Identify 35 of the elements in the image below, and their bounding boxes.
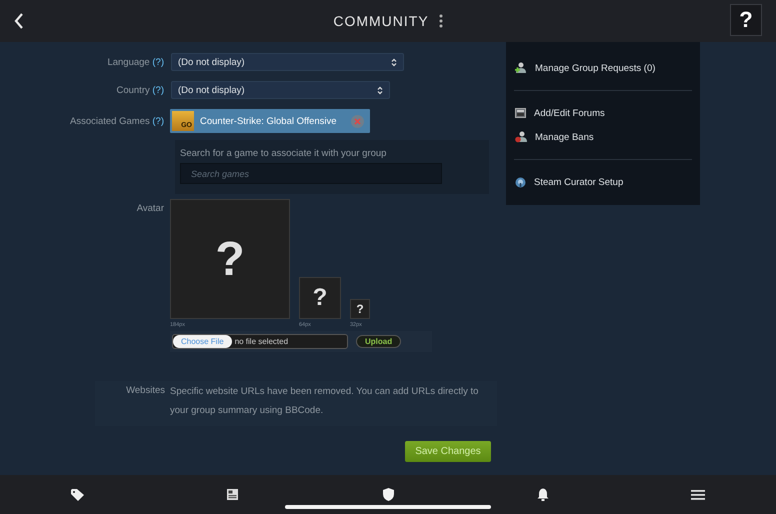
help-button[interactable]: ? — [730, 4, 762, 36]
question-mark: ? — [356, 302, 364, 316]
field-label: Websites — [125, 385, 166, 398]
chevron-icon — [377, 86, 383, 94]
field-label: Avatar — [136, 202, 165, 214]
websites-note: Specific website URLs have been removed. You can add URLs directly to your group summary using BBCode. — [170, 385, 480, 418]
more-icon[interactable] — [438, 14, 443, 28]
back-icon[interactable] — [14, 13, 24, 29]
forum-icon — [515, 108, 526, 118]
field-label: Country (?) — [115, 84, 165, 96]
tag-icon[interactable] — [71, 488, 84, 500]
chevron-icon — [391, 58, 397, 66]
menu-icon[interactable] — [691, 490, 706, 500]
shield-icon[interactable] — [382, 488, 394, 501]
question-mark: ? — [312, 284, 328, 312]
menu-item[interactable]: Steam Curator Setup — [514, 170, 692, 194]
bell-icon[interactable] — [537, 488, 550, 501]
upload-button[interactable]: Upload — [356, 335, 402, 348]
menu-item[interactable]: Manage Bans — [514, 125, 692, 149]
dropdown[interactable]: (Do not display) — [171, 53, 404, 71]
dropdown[interactable]: (Do not display) — [171, 81, 390, 99]
person-plus-icon — [515, 62, 527, 74]
menu-item[interactable]: Add/Edit Forums — [514, 101, 692, 125]
microphone-icon — [515, 176, 526, 188]
question-mark: ? — [215, 232, 245, 286]
news-icon[interactable] — [227, 489, 238, 500]
field-label: Language (?) — [106, 56, 165, 68]
file-status: no file selected — [234, 337, 288, 346]
menu-item[interactable]: Manage Group Requests (0) — [514, 56, 692, 80]
file-field[interactable]: Choose File no file selected — [172, 334, 348, 349]
page-title: COMMUNITY — [333, 13, 429, 29]
person-ban-icon — [515, 131, 527, 143]
search-hint: Search for a game to associate it with your group — [180, 148, 388, 159]
field-label: Associated Games (?) — [69, 116, 165, 126]
search-field[interactable]: Search games — [180, 163, 442, 184]
